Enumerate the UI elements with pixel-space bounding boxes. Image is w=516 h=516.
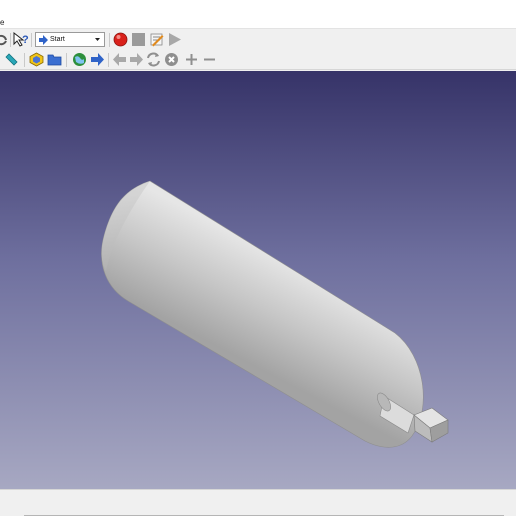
- 3d-viewport[interactable]: [0, 71, 516, 489]
- toolbar-separator: [31, 33, 32, 47]
- measure-icon[interactable]: [4, 52, 19, 67]
- toolbar-separator: [108, 53, 109, 67]
- run-macro-icon[interactable]: [167, 32, 182, 47]
- menu-item[interactable]: e: [0, 19, 4, 27]
- model-canvas[interactable]: [0, 71, 516, 489]
- part-icon[interactable]: [29, 52, 44, 67]
- chevron-down-icon: [95, 38, 100, 41]
- whats-this-icon[interactable]: ?: [13, 32, 29, 48]
- toolbar-separator: [10, 33, 11, 47]
- capsule-body[interactable]: [101, 180, 424, 448]
- record-macro-icon[interactable]: [113, 32, 128, 47]
- macro-toolbar: ? Start: [0, 30, 516, 50]
- toolbar-separator: [24, 53, 25, 67]
- toolbar-separator: [109, 33, 110, 47]
- navigation-toolbar: [0, 50, 516, 70]
- edit-macro-icon[interactable]: [149, 32, 164, 47]
- zoom-in-icon[interactable]: [184, 52, 199, 67]
- menu-bar: e: [0, 0, 516, 29]
- back-icon[interactable]: [112, 52, 127, 67]
- refresh-icon[interactable]: [0, 33, 7, 47]
- web-forward-icon[interactable]: [90, 52, 105, 67]
- stop-icon[interactable]: [164, 52, 179, 67]
- status-bar: [0, 489, 516, 516]
- svg-text:?: ?: [22, 34, 29, 46]
- folder-icon[interactable]: [47, 52, 62, 67]
- reload-icon[interactable]: [146, 52, 161, 67]
- zoom-out-icon[interactable]: [202, 52, 217, 67]
- stop-macro-icon[interactable]: [131, 32, 146, 47]
- macro-select-value: Start: [50, 36, 65, 43]
- forward-icon[interactable]: [129, 52, 144, 67]
- macro-select[interactable]: Start: [35, 32, 105, 47]
- web-home-icon[interactable]: [72, 52, 87, 67]
- arrow-right-icon: [39, 35, 48, 45]
- toolbar-separator: [66, 53, 67, 67]
